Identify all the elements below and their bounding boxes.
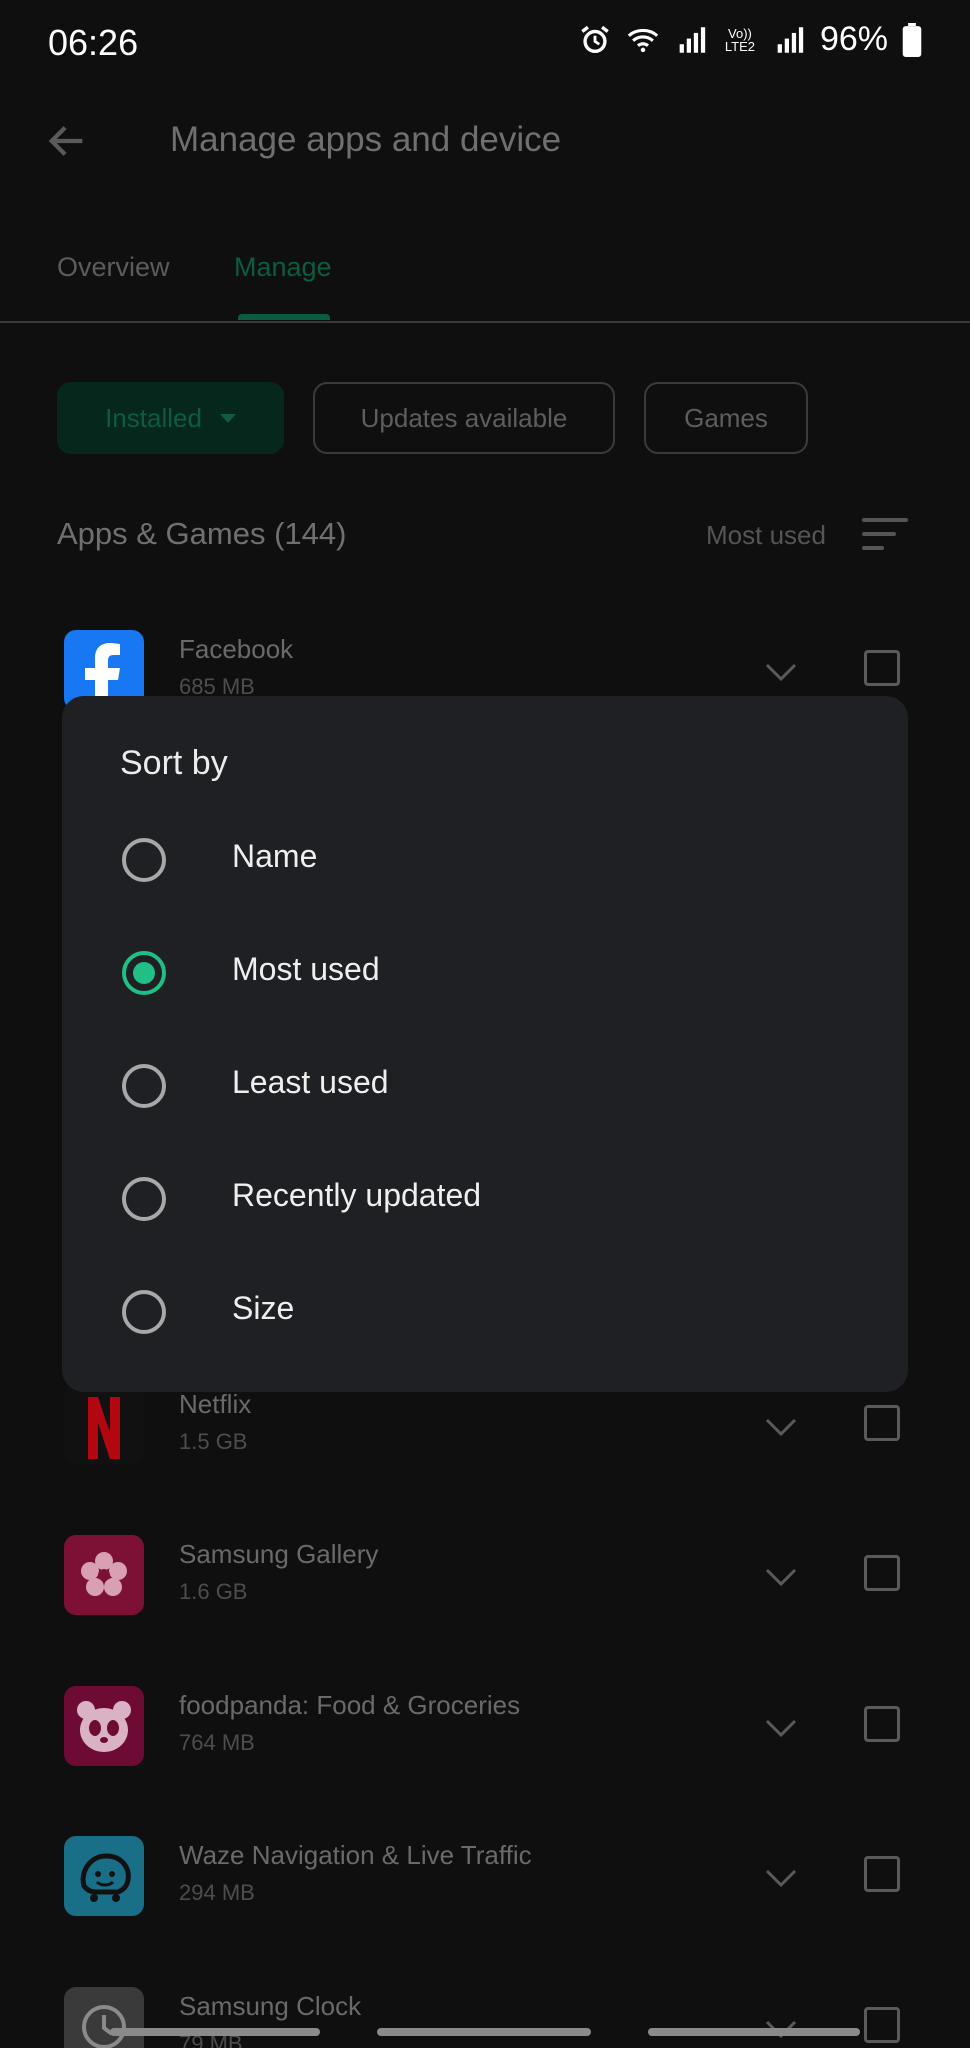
battery-icon — [902, 22, 922, 57]
list-item[interactable]: Samsung Clock 79 MB — [0, 1977, 970, 2048]
app-name: foodpanda: Food & Groceries — [179, 1690, 521, 1720]
status-time: 06:26 — [48, 22, 139, 63]
app-size: 764 MB — [179, 1730, 255, 1755]
app-checkbox[interactable] — [864, 1555, 900, 1591]
sort-option-recently-updated[interactable]: Recently updated — [62, 1147, 908, 1260]
dropdown-caret-icon — [219, 413, 236, 423]
list-item[interactable]: foodpanda: Food & Groceries 764 MB — [0, 1676, 970, 1796]
waze-icon — [64, 1836, 144, 1916]
app-size: 294 MB — [179, 1880, 255, 1905]
radio-button[interactable] — [122, 838, 166, 882]
app-name: Netflix — [179, 1389, 252, 1419]
radio-button-selected[interactable] — [122, 951, 166, 995]
list-item[interactable]: Waze Navigation & Live Traffic 294 MB — [0, 1826, 970, 1946]
sort-dialog: Sort by Name Most used Least used Recent… — [62, 696, 908, 1392]
option-label: Recently updated — [232, 1177, 482, 1213]
radio-button[interactable] — [122, 1177, 166, 1221]
page-title: Manage apps and device — [170, 120, 562, 159]
tab-active-indicator — [238, 314, 330, 320]
app-name: Samsung Clock — [179, 1991, 362, 2021]
dialog-title: Sort by — [120, 744, 228, 782]
list-item[interactable]: Samsung Gallery 1.6 GB — [0, 1525, 970, 1645]
clock-icon — [64, 1987, 144, 2048]
radio-button[interactable] — [122, 1290, 166, 1334]
app-size: 1.6 GB — [179, 1579, 248, 1604]
option-label: Size — [232, 1290, 295, 1326]
alarm-icon — [581, 25, 609, 53]
sort-option-least-used[interactable]: Least used — [62, 1034, 908, 1147]
option-label: Most used — [232, 951, 380, 987]
app-checkbox[interactable] — [864, 2007, 900, 2043]
sort-option-most-used[interactable]: Most used — [62, 921, 908, 1034]
games-chip[interactable]: Games — [644, 382, 808, 454]
sort-icon[interactable] — [862, 518, 908, 552]
tab-manage[interactable]: Manage — [234, 252, 332, 283]
updates-available-chip[interactable]: Updates available — [313, 382, 615, 454]
chevron-down-icon[interactable] — [764, 1567, 798, 1587]
tab-overview[interactable]: Overview — [57, 252, 170, 283]
signal-icon — [679, 26, 706, 53]
back-arrow-icon[interactable] — [44, 118, 90, 164]
chevron-down-icon[interactable] — [764, 1417, 798, 1437]
netflix-icon — [64, 1385, 144, 1465]
sort-option-name[interactable]: Name — [62, 808, 908, 921]
signal-2-icon — [777, 26, 804, 53]
sort-option-size[interactable]: Size — [62, 1260, 908, 1373]
gallery-flower-icon — [64, 1535, 144, 1615]
nav-recents-pill[interactable] — [110, 2028, 320, 2036]
chevron-down-icon[interactable] — [764, 662, 798, 682]
nav-home-pill[interactable] — [377, 2028, 591, 2036]
app-size: 1.5 GB — [179, 1429, 248, 1454]
sort-label[interactable]: Most used — [706, 520, 826, 551]
app-checkbox[interactable] — [864, 650, 900, 686]
app-checkbox[interactable] — [864, 1856, 900, 1892]
network-label: Vo)) LTE2 — [724, 25, 755, 54]
battery-percent: 96% — [819, 20, 888, 58]
nav-back-pill[interactable] — [648, 2028, 860, 2036]
chevron-down-icon[interactable] — [764, 1718, 798, 1738]
status-icons: Vo)) LTE2 96% — [578, 20, 922, 59]
list-item[interactable]: Netflix 1.5 GB — [0, 1375, 970, 1495]
installed-chip-label: Installed — [105, 402, 202, 433]
radio-button[interactable] — [122, 1064, 166, 1108]
app-name: Facebook — [179, 634, 294, 664]
wifi-icon — [627, 28, 659, 52]
tabs-divider — [0, 321, 970, 323]
installed-filter-chip[interactable]: Installed — [57, 382, 284, 454]
app-checkbox[interactable] — [864, 1405, 900, 1441]
apps-count-title: Apps & Games (144) — [57, 516, 347, 551]
chevron-down-icon[interactable] — [764, 1868, 798, 1888]
option-label: Least used — [232, 1064, 389, 1100]
app-checkbox[interactable] — [864, 1706, 900, 1742]
panda-icon — [64, 1686, 144, 1766]
app-name: Waze Navigation & Live Traffic — [179, 1840, 532, 1870]
option-label: Name — [232, 838, 318, 874]
app-name: Samsung Gallery — [179, 1539, 379, 1569]
